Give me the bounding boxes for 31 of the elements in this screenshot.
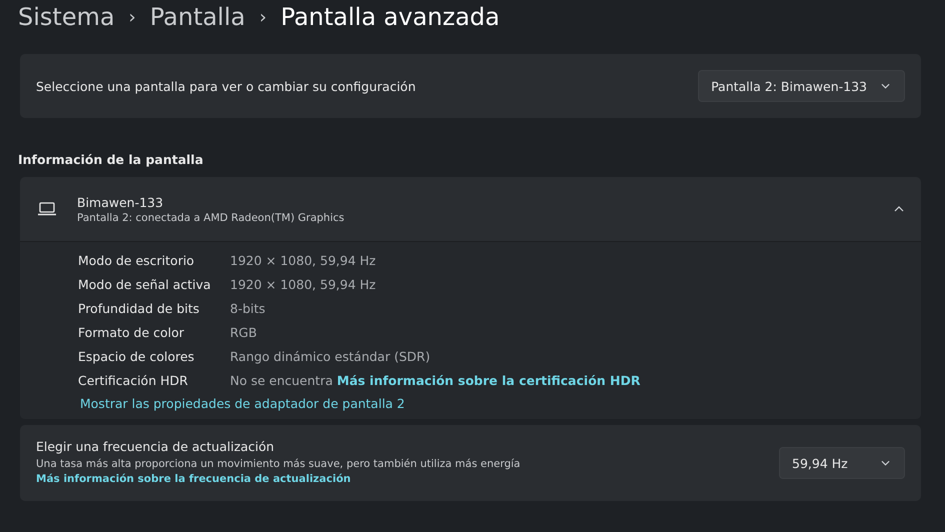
refresh-rate-dropdown[interactable]: 59,94 Hz xyxy=(779,447,905,479)
refresh-info-link[interactable]: Más información sobre la frecuencia de actualización xyxy=(36,473,351,485)
breadcrumb-item[interactable]: Pantalla xyxy=(150,3,246,31)
display-subtitle: Pantalla 2: conectada a AMD Radeon(TM) Graphics xyxy=(77,212,346,224)
property-value: Rango dinámico estándar (SDR) xyxy=(230,348,430,366)
adapter-properties-link[interactable]: Mostrar las propiedades de adaptador de pantalla 2 xyxy=(80,396,405,411)
laptop-icon xyxy=(37,202,57,216)
breadcrumb-separator: › xyxy=(259,6,267,28)
display-name: Bimawen-133 xyxy=(77,194,164,210)
property-value: 1920 × 1080, 59,94 Hz xyxy=(230,276,376,294)
property-label: Espacio de colores xyxy=(78,348,196,366)
chevron-down-icon xyxy=(881,83,890,89)
chevron-down-icon xyxy=(881,460,890,466)
section-title: Información de la pantalla xyxy=(18,152,204,167)
info-link[interactable]: Más información sobre la certificación HDR xyxy=(336,372,640,390)
property-label: Modo de señal activa xyxy=(78,276,212,294)
property-label: Modo de escritorio xyxy=(78,252,196,270)
display-dropdown[interactable]: Pantalla 2: Bimawen-133 xyxy=(698,70,905,102)
breadcrumb-separator: › xyxy=(128,6,136,28)
property-label: Formato de color xyxy=(78,324,186,342)
property-label: Certificación HDR xyxy=(78,372,189,390)
setting-label: Seleccione una pantalla para ver o cambiar su configuración xyxy=(36,78,416,94)
breadcrumb-item[interactable]: Sistema xyxy=(18,3,115,31)
property-label: Profundidad de bits xyxy=(78,300,200,318)
property-value: 1920 × 1080, 59,94 Hz xyxy=(230,252,376,270)
property-value: No se encuentra xyxy=(230,372,333,390)
property-value: RGB xyxy=(230,324,257,342)
setting-label: Elegir una frecuencia de actualización xyxy=(36,439,276,454)
property-value: 8-bits xyxy=(230,300,266,318)
setting-description: Una tasa más alta proporciona un movimiento más suave, pero también utiliza más energía Más información sobre la frecuencia de actualización xyxy=(36,457,522,487)
breadcrumb-item: Pantalla avanzada xyxy=(280,3,500,31)
